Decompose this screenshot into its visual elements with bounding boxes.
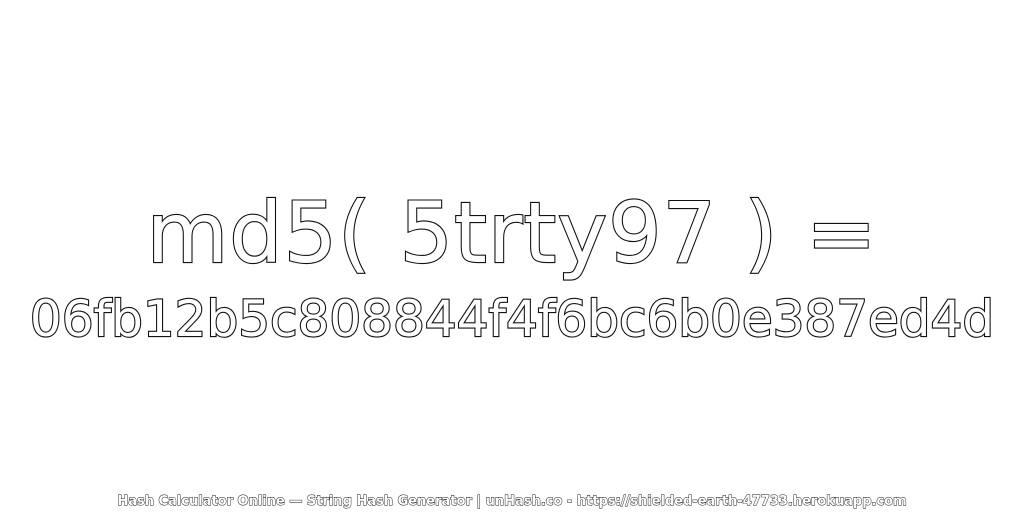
footer-credit-text: Hash Calculator Online — String Hash Gen…	[117, 494, 907, 510]
md5-expression-text: md5( 5trty97 ) =	[145, 183, 878, 283]
hash-image-canvas: md5( 5trty97 ) = 06fb12b5c808844f4f6bc6b…	[0, 0, 1024, 512]
md5-hash-value: 06fb12b5c808844f4f6bc6b0e387ed4d	[29, 289, 995, 349]
